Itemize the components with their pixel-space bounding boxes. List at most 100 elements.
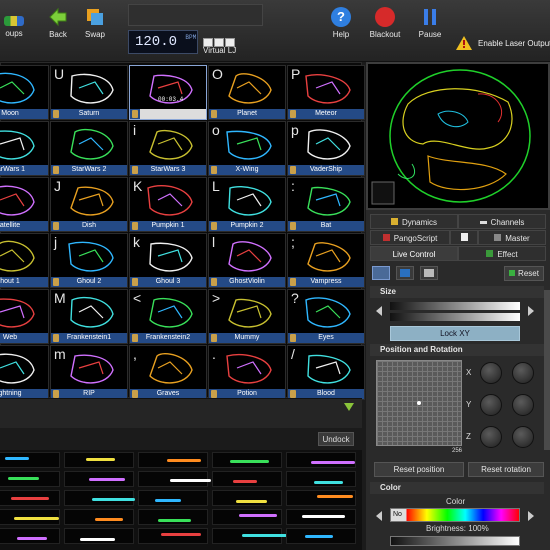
thumbnail-cell[interactable] [138,452,208,468]
cue-cell[interactable]: Web [0,289,49,344]
cue-playback-controls[interactable] [140,109,206,119]
thumbnail-cell[interactable] [64,490,135,506]
thumbnail-cell[interactable] [138,509,208,525]
tab-live-control[interactable]: Live Control [370,246,458,261]
reset-button[interactable]: Reset [504,266,544,281]
cue-cell[interactable]: k Ghoul 3 [129,233,207,288]
tab-effect[interactable]: Effect [458,246,546,261]
groups-button[interactable]: oups [0,4,36,60]
cue-cell[interactable]: L Pumpkin 2 [208,177,286,232]
cue-cell[interactable]: 00:03.4 [129,65,207,120]
thumbnail-cell[interactable] [0,509,60,525]
panel-scrollbar[interactable] [544,290,550,450]
thumbnail-cell[interactable] [0,471,60,487]
thumbnail-cell[interactable] [212,452,282,468]
thumbnail-cell[interactable] [138,490,208,506]
position-pad-cursor[interactable] [417,401,421,405]
cue-cell[interactable]: hout 1 [0,233,49,288]
view-toggle-3[interactable] [420,266,438,280]
thumbnail-cell[interactable] [138,528,208,544]
thumbnail-cell[interactable] [64,509,134,525]
cue-cell[interactable]: tarWars 1 [0,121,49,176]
tab-channels[interactable]: Channels [458,214,546,229]
tab-pangoscript[interactable]: PangoScript [370,230,450,245]
thumbnail-cell[interactable] [64,471,134,487]
position-pad[interactable] [376,360,462,446]
cue-cell[interactable]: p VaderShip [287,121,365,176]
thumbnail-cell[interactable] [64,528,134,544]
thumbnail-cell[interactable] [286,471,356,487]
color-left-arrow-icon[interactable] [376,511,382,521]
thumbnail-cell[interactable] [212,528,287,544]
cue-cell[interactable]: P Meteor [287,65,365,120]
cue-cell[interactable]: Moon [0,65,49,120]
tab-dynamics[interactable]: Dynamics [370,214,458,229]
blackout-button[interactable]: Blackout [363,4,407,60]
rot-x-knob[interactable] [512,362,534,384]
view-toggle-2[interactable] [396,266,414,280]
cue-cell[interactable]: O Planet [208,65,286,120]
thumbnail-cell[interactable] [286,490,356,506]
tab-master[interactable]: Master [478,230,546,245]
cue-cell[interactable]: J Dish [50,177,128,232]
cue-cell[interactable]: o X-Wing [208,121,286,176]
thumbnail-cell[interactable] [212,490,282,506]
thumbnail-cell[interactable] [0,528,60,544]
brightness-slider[interactable] [390,536,520,546]
rot-z-knob[interactable] [512,426,534,448]
color-spectrum-slider[interactable]: No [390,508,520,522]
cue-cell[interactable]: K Pumpkin 1 [129,177,207,232]
cue-cell[interactable]: m RIP [50,345,128,400]
cue-cell[interactable]: StarWars 2 [50,121,128,176]
cue-cell[interactable]: , Graves [129,345,207,400]
thumbnail-cell[interactable] [212,509,282,525]
help-button[interactable]: ? Help [319,4,363,60]
undock-button[interactable]: Undock [318,432,354,446]
cue-cell[interactable]: / Blood [287,345,365,400]
thumbnail-cell[interactable] [138,471,211,487]
color-right-arrow-icon[interactable] [528,511,534,521]
cue-cell[interactable]: atellite [0,177,49,232]
enable-output-button[interactable]: Enable Laser Output [456,36,550,52]
size-right-arrow-icon[interactable] [528,306,534,316]
thumbnail-cell[interactable] [286,452,356,468]
pos-x-knob[interactable] [480,362,502,384]
size-slider-2[interactable] [390,313,520,321]
pause-button[interactable]: Pause [408,4,452,60]
reset-position-button[interactable]: Reset position [374,462,464,477]
tab-page[interactable] [450,230,478,245]
thumbnail-cell[interactable] [212,471,282,487]
color-section-header[interactable]: Color [370,482,544,494]
cue-cell[interactable]: . Potion [208,345,286,400]
cue-cell[interactable]: M Frankenstein1 [50,289,128,344]
thumbnail-cell[interactable] [0,452,60,468]
reset-rotation-button[interactable]: Reset rotation [468,462,544,477]
cue-cell[interactable]: ? Eyes [287,289,365,344]
thumbnail-cell[interactable] [64,452,134,468]
cue-cell[interactable]: i StarWars 3 [129,121,207,176]
collapse-arrow-icon[interactable] [344,403,354,411]
cue-cell[interactable]: < Frankenstein2 [129,289,207,344]
cue-cell[interactable]: ghtning [0,345,49,400]
thumbnail-cell[interactable] [0,490,60,506]
rot-y-knob[interactable] [512,394,534,416]
thumbnail-cell[interactable] [286,528,356,544]
cue-cell[interactable]: > Mummy [208,289,286,344]
pos-z-knob[interactable] [480,426,502,448]
swap-button[interactable]: Swap [73,4,117,60]
size-slider-1[interactable] [390,302,520,310]
view-toggle-1[interactable] [372,266,390,280]
position-section-header[interactable]: Position and Rotation [370,344,544,356]
cue-cell[interactable]: ; Vampress [287,233,365,288]
cue-cell[interactable]: U Saturn [50,65,128,120]
cue-cell[interactable]: l GhostViolin [208,233,286,288]
thumbnail-cell[interactable] [286,509,356,525]
cue-cell[interactable]: j Ghoul 2 [50,233,128,288]
pos-y-knob[interactable] [480,394,502,416]
bpm-display[interactable]: 120.0 BPM [128,30,198,54]
size-left-arrow-icon[interactable] [376,306,382,316]
virtual-lj-icon[interactable] [203,34,237,47]
cue-cell[interactable]: : Bat [287,177,365,232]
lock-xy-button[interactable]: Lock XY [390,326,520,341]
size-section-header[interactable]: Size [370,286,544,298]
